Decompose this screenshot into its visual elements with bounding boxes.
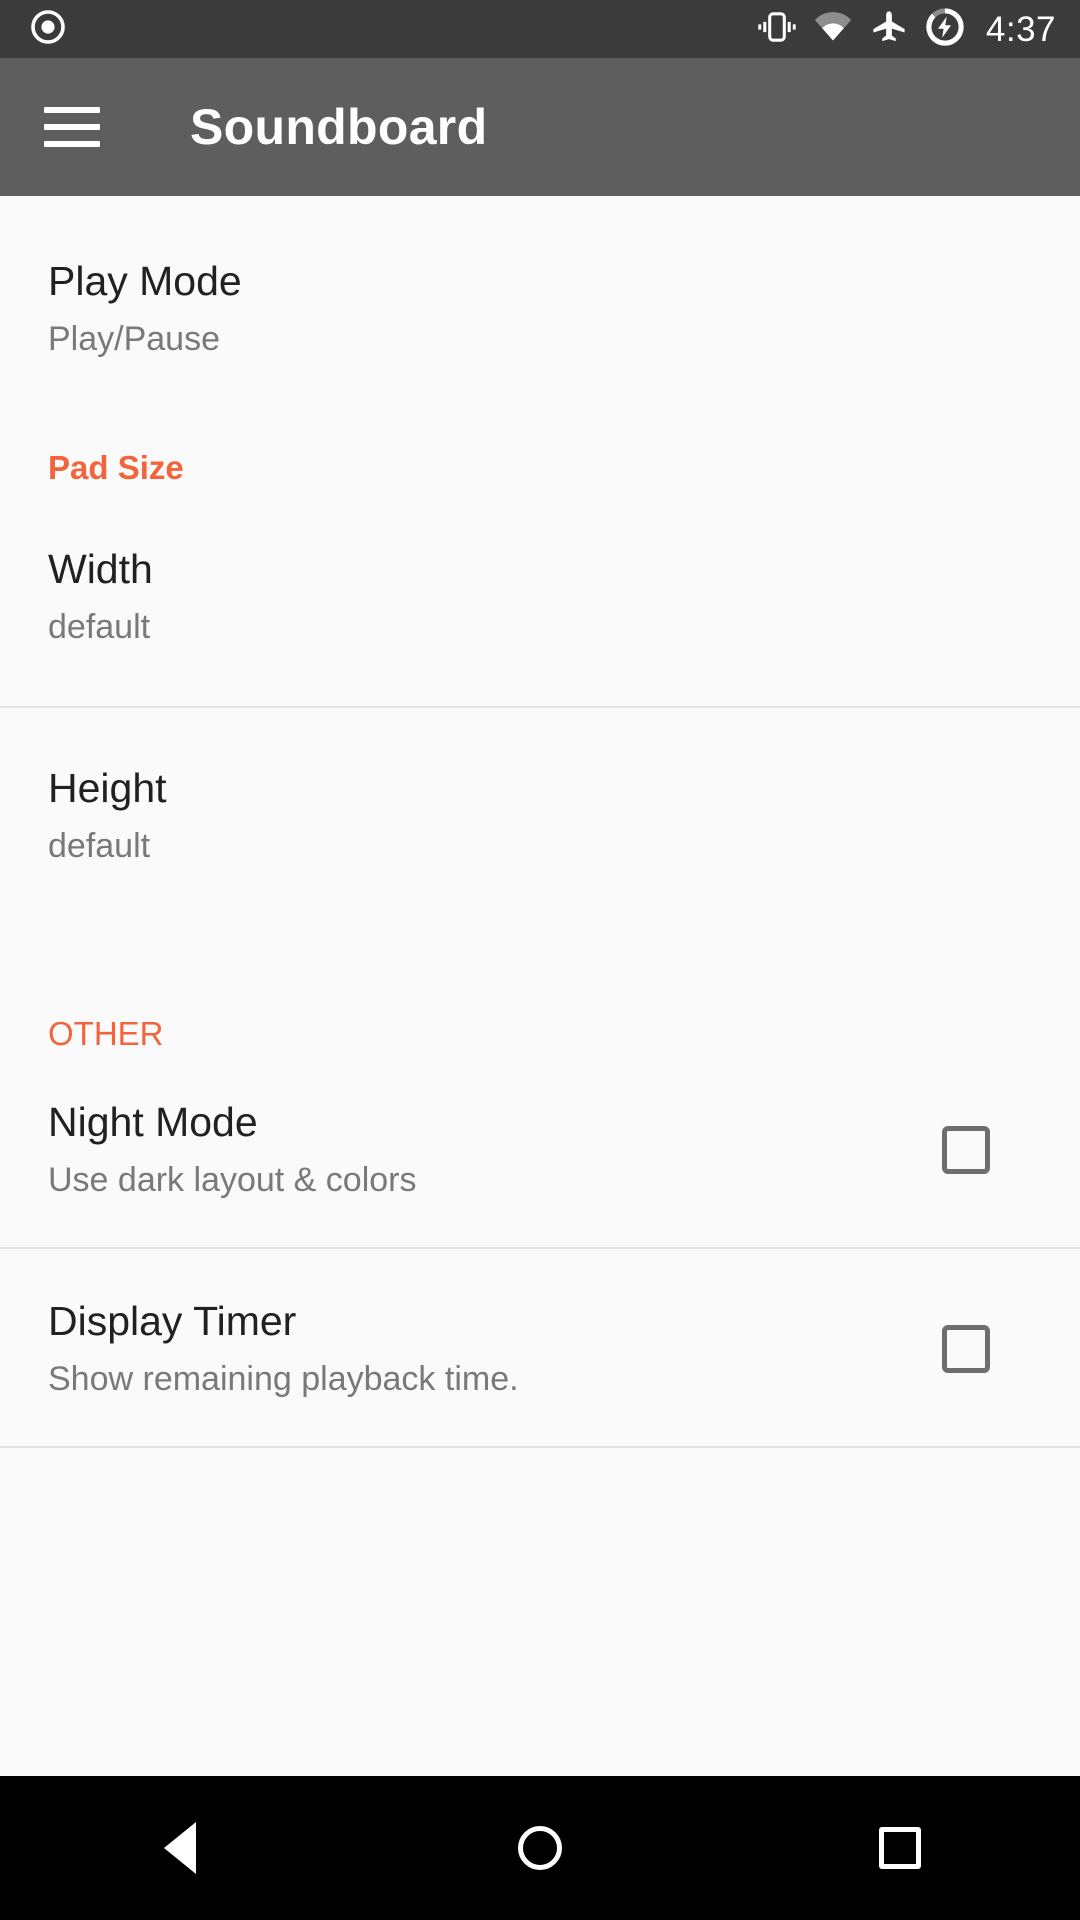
page-title: Soundboard: [190, 99, 488, 155]
setting-row-display-timer[interactable]: Display Timer Show remaining playback ti…: [0, 1249, 1080, 1446]
night-mode-summary: Use dark layout & colors: [48, 1161, 417, 1199]
nav-back-button[interactable]: [105, 1776, 255, 1920]
play-mode-title: Play Mode: [48, 258, 242, 304]
recents-square-icon: [879, 1827, 921, 1869]
home-circle-icon: [518, 1826, 562, 1870]
setting-row-width[interactable]: Width default: [0, 484, 1080, 706]
display-timer-summary: Show remaining playback time.: [48, 1360, 519, 1398]
section-header-other: OTHER: [48, 1015, 164, 1052]
screen-record-icon: [30, 9, 66, 50]
hamburger-menu-icon[interactable]: [44, 107, 100, 147]
hamburger-line: [44, 107, 100, 113]
vibrate-icon: [758, 10, 796, 49]
height-summary: default: [48, 827, 151, 865]
back-triangle-icon: [164, 1822, 196, 1874]
width-title: Width: [48, 546, 153, 592]
display-timer-title: Display Timer: [48, 1298, 297, 1344]
divider: [0, 1446, 1080, 1448]
setting-row-height[interactable]: Height default: [0, 708, 1080, 925]
night-mode-checkbox[interactable]: [942, 1125, 990, 1174]
play-mode-summary: Play/Pause: [48, 320, 220, 358]
wifi-icon: [814, 11, 852, 48]
settings-list: Play Mode Play/Pause Pad Size Width defa…: [0, 196, 1080, 1776]
status-bar-clock: 4:37: [985, 9, 1056, 49]
display-timer-checkbox[interactable]: [942, 1324, 990, 1373]
night-mode-title: Night Mode: [48, 1099, 258, 1145]
hamburger-line: [44, 124, 100, 130]
status-bar-left-icons: [30, 9, 66, 50]
nav-recents-button[interactable]: [825, 1776, 975, 1920]
width-summary: default: [48, 608, 151, 646]
setting-row-night-mode[interactable]: Night Mode Use dark layout & colors: [0, 1050, 1080, 1247]
section-header-pad-size: Pad Size: [48, 449, 184, 486]
status-bar-right-icons: 4:37: [758, 7, 1056, 51]
hamburger-line: [44, 141, 100, 147]
setting-row-play-mode[interactable]: Play Mode Play/Pause: [0, 196, 1080, 358]
battery-charging-icon: [926, 7, 964, 51]
height-title: Height: [48, 765, 167, 811]
app-bar: Soundboard: [0, 58, 1080, 196]
status-bar: 4:37: [0, 0, 1080, 58]
nav-home-button[interactable]: [465, 1776, 615, 1920]
android-navigation-bar: [0, 1776, 1080, 1920]
airplane-mode-icon: [870, 9, 908, 50]
android-settings-screen: 4:37 Soundboard Play Mode Play/Pause Pad…: [0, 0, 1080, 1920]
